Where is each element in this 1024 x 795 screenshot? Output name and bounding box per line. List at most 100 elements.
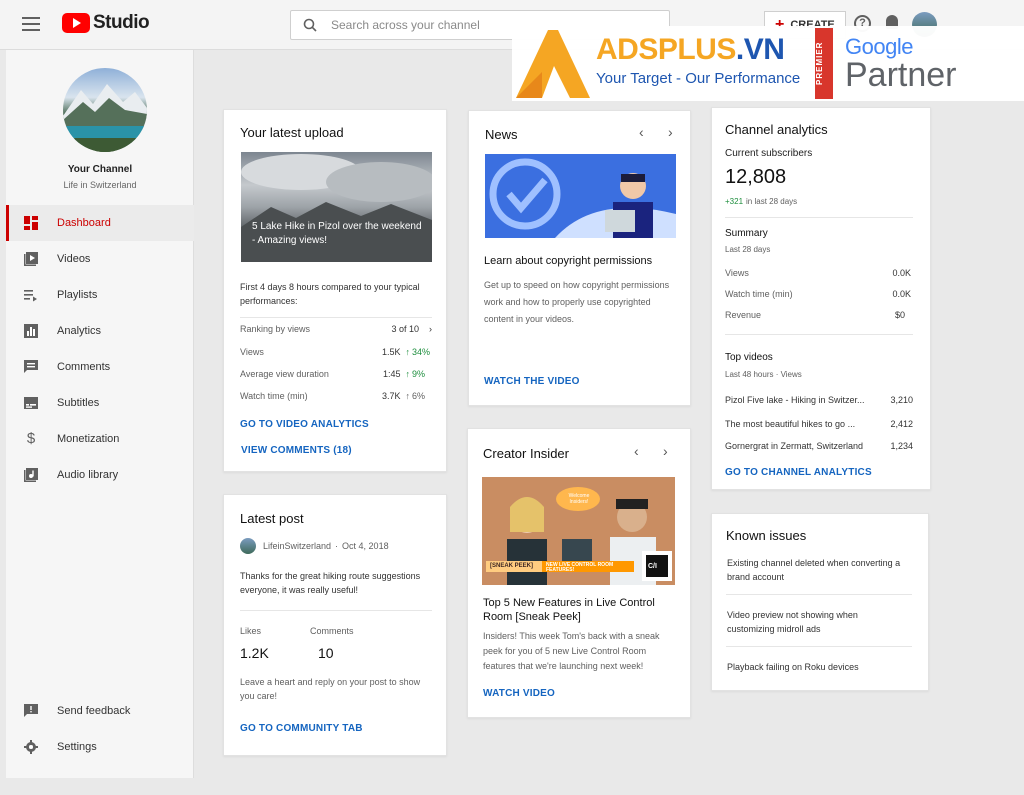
go-to-community-tab-link[interactable]: GO TO COMMUNITY TAB bbox=[240, 723, 363, 734]
videos-icon bbox=[24, 252, 38, 266]
hamburger-menu-icon[interactable] bbox=[22, 17, 40, 31]
post-text: Thanks for the great hiking route sugges… bbox=[240, 571, 421, 595]
chevron-right-icon[interactable]: › bbox=[668, 124, 673, 140]
sidebar-item-send-feedback[interactable]: Send feedback bbox=[6, 693, 194, 729]
ranking-value: 3 of 10 bbox=[391, 324, 419, 334]
stat-label: Views bbox=[240, 347, 264, 357]
news-body: Get up to speed on how copyright permiss… bbox=[484, 280, 670, 324]
view-comments-link[interactable]: VIEW COMMENTS (18) bbox=[241, 445, 352, 456]
search-icon bbox=[303, 18, 317, 32]
sidebar-item-label: Monetization bbox=[57, 433, 120, 445]
chevron-left-icon[interactable]: ‹ bbox=[634, 443, 639, 459]
divider bbox=[726, 594, 912, 595]
creator-insider-thumbnail[interactable]: Welcome Insiders! [SNEAK PEEK] NEW LIVE … bbox=[482, 477, 675, 585]
comments-label: Comments bbox=[310, 626, 354, 636]
ranking-row[interactable]: Ranking by views 3 of 10 › bbox=[240, 324, 432, 334]
youtube-logo-icon bbox=[62, 13, 90, 33]
playlists-icon bbox=[24, 290, 37, 302]
top-video-row[interactable]: The most beautiful hikes to go ... 2,412 bbox=[725, 419, 913, 429]
chevron-right-icon[interactable]: › bbox=[663, 443, 668, 459]
watch-the-video-link[interactable]: WATCH THE VIDEO bbox=[484, 376, 580, 387]
divider bbox=[240, 610, 432, 611]
chevron-right-icon: › bbox=[429, 324, 432, 334]
stat-change: 34% bbox=[412, 347, 431, 357]
divider bbox=[726, 646, 912, 647]
ad-tagline: Your Target - Our Performance bbox=[596, 70, 801, 87]
sneak-peek-banner-2: NEW LIVE CONTROL ROOM FEATURES! bbox=[546, 562, 614, 573]
subscribers-change: +321 in last 28 days bbox=[725, 197, 797, 206]
top-video-title: Pizol Five lake - Hiking in Switzer... bbox=[725, 395, 865, 405]
sidebar: Your Channel Life in Switzerland Dashboa… bbox=[6, 50, 194, 778]
stat-row-avg-duration: Average view duration 1:45 ↑ 9% bbox=[240, 369, 432, 379]
likes-label: Likes bbox=[240, 626, 262, 636]
creator-insider-video-title: Top 5 New Features in Live Control Room … bbox=[483, 597, 655, 623]
analytics-icon bbox=[24, 324, 38, 338]
up-arrow-icon: ↑ bbox=[405, 391, 411, 401]
post-meta: LifeinSwitzerland · Oct 4, 2018 bbox=[263, 541, 389, 551]
ranking-label: Ranking by views bbox=[240, 324, 311, 334]
summary-period: Last 28 days bbox=[725, 245, 771, 254]
summary-label: Watch time (min) bbox=[725, 289, 793, 299]
subtitles-icon bbox=[24, 397, 38, 409]
sidebar-item-videos[interactable]: Videos bbox=[6, 241, 194, 277]
sidebar-item-monetization[interactable]: $ Monetization bbox=[6, 421, 194, 457]
comments-icon bbox=[24, 360, 38, 373]
sidebar-item-comments[interactable]: Comments bbox=[6, 349, 194, 385]
card-title: News bbox=[485, 127, 518, 142]
channel-avatar[interactable] bbox=[63, 68, 147, 152]
subscribers-change-value: +321 bbox=[725, 197, 744, 206]
news-headline: Learn about copyright permissions bbox=[484, 255, 653, 267]
top-video-row[interactable]: Pizol Five lake - Hiking in Switzer... 3… bbox=[725, 395, 913, 405]
known-issues-card: Known issues Existing channel deleted wh… bbox=[711, 513, 929, 691]
go-to-video-analytics-link[interactable]: GO TO VIDEO ANALYTICS bbox=[240, 419, 369, 430]
latest-upload-thumbnail[interactable]: 5 Lake Hike in Pizol over the weekend - … bbox=[241, 152, 432, 262]
subscribers-change-period: in last 28 days bbox=[746, 197, 798, 206]
sidebar-item-playlists[interactable]: Playlists bbox=[6, 277, 194, 313]
card-title: Channel analytics bbox=[725, 122, 828, 137]
top-videos-period: Last 48 hours · Views bbox=[725, 370, 802, 379]
sidebar-item-audio-library[interactable]: Audio library bbox=[6, 457, 194, 493]
latest-upload-video-title: 5 Lake Hike in Pizol over the weekend - … bbox=[252, 221, 422, 246]
creator-insider-body: Insiders! This week Tom's back with a sn… bbox=[483, 631, 660, 671]
news-thumbnail[interactable] bbox=[485, 154, 676, 238]
sidebar-item-label: Comments bbox=[57, 361, 111, 373]
sidebar-item-settings[interactable]: Settings bbox=[6, 729, 194, 765]
go-to-channel-analytics-link[interactable]: GO TO CHANNEL ANALYTICS bbox=[725, 467, 872, 478]
partner-text: Partner bbox=[845, 56, 957, 94]
creator-insider-card: Creator Insider ‹ › Welcome Insiders! [S… bbox=[467, 428, 691, 718]
youtube-studio-logo[interactable]: Studio bbox=[62, 12, 150, 34]
summary-title: Summary bbox=[725, 228, 768, 239]
feedback-icon bbox=[24, 704, 38, 717]
sidebar-item-analytics[interactable]: Analytics bbox=[6, 313, 194, 349]
card-title: Latest post bbox=[240, 511, 304, 526]
chevron-left-icon[interactable]: ‹ bbox=[639, 124, 644, 140]
subscribers-value: 12,808 bbox=[725, 166, 787, 188]
known-issue-item[interactable]: Video preview not showing when customizi… bbox=[727, 608, 887, 636]
sidebar-item-dashboard[interactable]: Dashboard bbox=[6, 205, 194, 241]
news-card: News ‹ › Learn about copyright permissio… bbox=[468, 110, 691, 406]
top-video-views: 2,412 bbox=[890, 419, 913, 429]
dashboard-icon bbox=[24, 216, 38, 230]
divider bbox=[725, 217, 913, 218]
summary-value: 0.0K bbox=[892, 289, 911, 299]
settings-icon bbox=[24, 740, 38, 754]
sidebar-item-label: Send feedback bbox=[57, 705, 131, 717]
channel-analytics-card: Channel analytics Current subscribers 12… bbox=[711, 107, 931, 490]
sidebar-bottom-nav: Send feedback Settings bbox=[6, 693, 194, 765]
app-title: Studio bbox=[93, 12, 150, 33]
card-title: Creator Insider bbox=[483, 446, 569, 461]
sidebar-item-subtitles[interactable]: Subtitles bbox=[6, 385, 194, 421]
known-issue-item[interactable]: Playback failing on Roku devices bbox=[727, 662, 917, 672]
post-date: Oct 4, 2018 bbox=[342, 541, 389, 551]
top-video-row[interactable]: Gornergrat in Zermatt, Switzerland 1,234 bbox=[725, 441, 913, 451]
likes-value: 1.2K bbox=[240, 645, 269, 661]
watch-video-link[interactable]: WATCH VIDEO bbox=[483, 688, 555, 699]
summary-label: Revenue bbox=[725, 310, 762, 320]
sneak-peek-banner: [SNEAK PEEK] bbox=[490, 563, 534, 569]
known-issue-item[interactable]: Existing channel deleted when converting… bbox=[727, 556, 917, 584]
comments-value: 10 bbox=[318, 645, 334, 661]
card-title: Known issues bbox=[726, 528, 807, 543]
top-video-views: 1,234 bbox=[890, 441, 913, 451]
top-videos-title: Top videos bbox=[725, 352, 773, 363]
top-video-views: 3,210 bbox=[890, 395, 913, 405]
